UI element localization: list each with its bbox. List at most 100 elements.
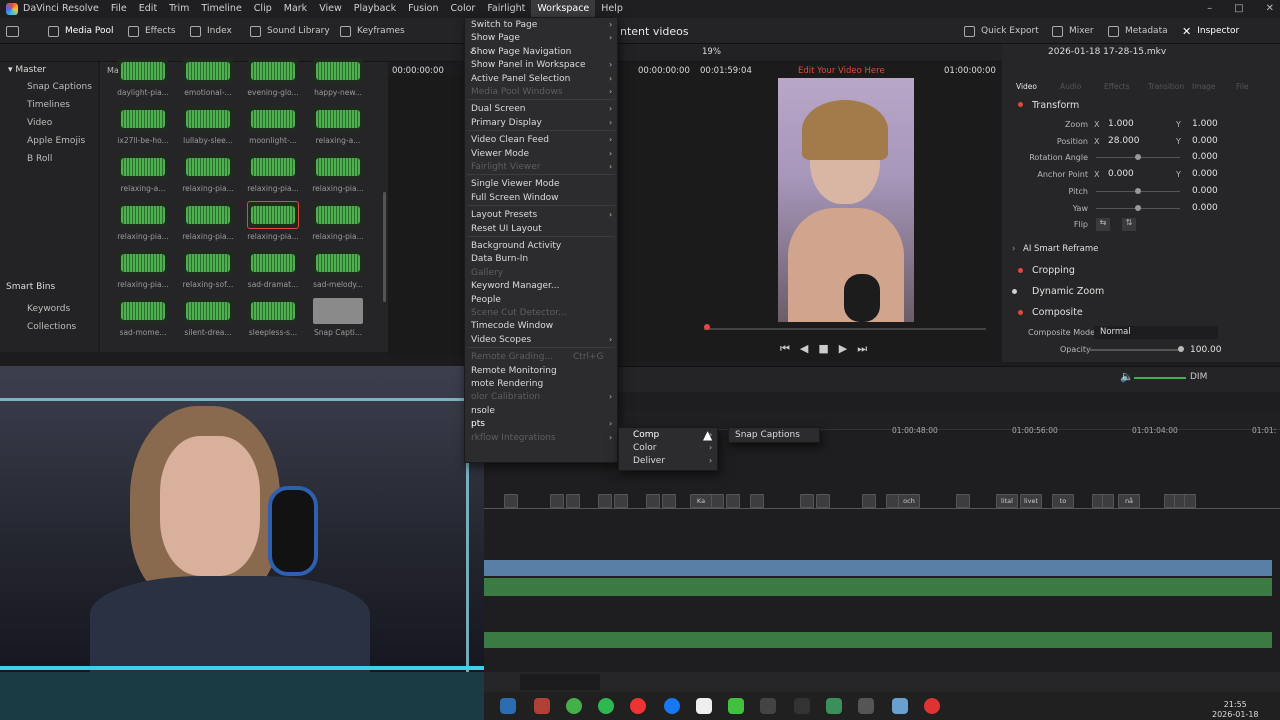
subtitle-clip[interactable] [750, 494, 764, 508]
workspace-item-show-page[interactable]: Show Page › [471, 33, 612, 43]
opacity-slider-handle[interactable] [1178, 346, 1184, 352]
audio-clip-1[interactable] [484, 578, 1272, 596]
clip-thumbnail[interactable] [118, 298, 168, 324]
subtitle-clip[interactable]: to [1052, 494, 1074, 508]
workspace-item-keyword-manager[interactable]: Keyword Manager... [471, 281, 611, 291]
capcut-icon[interactable] [794, 698, 810, 714]
subtitle-clip[interactable] [800, 494, 814, 508]
menu-fairlight[interactable]: Fairlight [481, 0, 531, 18]
facebook-icon[interactable] [664, 698, 680, 714]
workspace-item-data-burn-in[interactable]: Data Burn-In [471, 254, 611, 264]
workspace-item-viewer-mode[interactable]: Viewer Mode › [471, 149, 612, 159]
clip-thumbnail[interactable] [248, 250, 298, 276]
subtitle-clip[interactable] [710, 494, 724, 508]
quick-export-button[interactable]: Quick Export [964, 18, 1039, 44]
viewer-playhead[interactable] [704, 324, 710, 330]
clip-thumbnail[interactable] [313, 58, 363, 84]
smart-bin-collections[interactable]: Collections [0, 318, 98, 336]
close-icon[interactable]: ✕ [1266, 0, 1274, 18]
flip-horizontal-icon[interactable]: ⇆ [1096, 218, 1110, 232]
video-clip[interactable] [484, 560, 1272, 576]
menu-workspace[interactable]: Workspace [531, 0, 596, 18]
value-field[interactable]: 0.000 [1192, 152, 1218, 162]
slider-handle[interactable] [1135, 204, 1141, 211]
workspace-item-people[interactable]: People [471, 295, 611, 305]
app-icon-6[interactable] [924, 698, 940, 714]
inspector-button[interactable]: ✕ Inspector [1182, 18, 1239, 44]
subtitle-clip[interactable] [862, 494, 876, 508]
workspace-item-video-scopes[interactable]: Video Scopes › [471, 335, 612, 345]
value-field[interactable]: 0.000 [1192, 136, 1218, 146]
workspace-item-show-page-navigation[interactable]: ✓ Show Page Navigation [469, 47, 611, 57]
workspace-item-dual-screen[interactable]: Dual Screen › [471, 104, 612, 114]
slider-handle[interactable] [1135, 187, 1141, 194]
value-field[interactable]: 1.000 [1108, 119, 1134, 129]
smart-reframe-header[interactable]: › AI Smart Reframe [1002, 240, 1280, 260]
bin-video[interactable]: Video [0, 114, 98, 132]
maximize-icon[interactable]: □ [1234, 0, 1243, 18]
transform-header[interactable]: Transform [1002, 96, 1280, 116]
clip-thumbnail[interactable] [247, 201, 299, 229]
subtitle-clip[interactable] [956, 494, 970, 508]
menu-playback[interactable]: Playback [348, 0, 402, 18]
workspace-item-pts[interactable]: pts › [471, 419, 612, 429]
menu-fusion[interactable]: Fusion [402, 0, 444, 18]
clip-thumbnail[interactable] [313, 250, 363, 276]
app-icon-2[interactable] [566, 698, 582, 714]
zoom-level[interactable]: 19% [702, 47, 721, 57]
clip-thumbnail[interactable] [313, 106, 363, 132]
menu-color[interactable]: Color [445, 0, 482, 18]
bin-b-roll[interactable]: B Roll [0, 150, 98, 168]
workspace-item-timecode-window[interactable]: Timecode Window [471, 321, 611, 331]
workspace-item-switch-to-page[interactable]: Switch to Page › [471, 20, 612, 30]
subtitle-clip[interactable] [504, 494, 518, 508]
clip-thumbnail[interactable] [118, 106, 168, 132]
clip-thumbnail[interactable] [118, 58, 168, 84]
minimize-icon[interactable]: – [1207, 0, 1212, 18]
workspace-item-active-panel-selection[interactable]: Active Panel Selection › [471, 74, 612, 84]
subtitle-clip[interactable] [726, 494, 740, 508]
media-pool-scrollbar[interactable] [383, 192, 386, 302]
whatsapp-icon[interactable] [598, 698, 614, 714]
workspace-item-remote-monitoring[interactable]: Remote Monitoring [471, 366, 611, 376]
dim-button[interactable]: DIM [1190, 372, 1207, 382]
clip-thumbnail[interactable] [313, 202, 363, 228]
subtitle-clip[interactable] [1102, 494, 1114, 508]
workspace-item-show-panel-in-workspace[interactable]: Show Panel in Workspace › [471, 60, 612, 70]
workspace-item-primary-display[interactable]: Primary Display › [471, 118, 612, 128]
workspace-item-nsole[interactable]: nsole [471, 406, 611, 416]
clip-thumbnail[interactable] [118, 202, 168, 228]
app-icon-1[interactable] [534, 698, 550, 714]
subtitle-clip[interactable] [1184, 494, 1196, 508]
subtitle-clip[interactable] [662, 494, 676, 508]
value-field[interactable]: 0.000 [1108, 169, 1134, 179]
mixer-button[interactable]: Mixer [1052, 18, 1094, 44]
timeline-name[interactable]: Edit Your Video Here [798, 66, 885, 76]
volume-slider[interactable] [1134, 377, 1186, 379]
subtitle-clip[interactable]: livet [1020, 494, 1042, 508]
app-icon-4[interactable] [760, 698, 776, 714]
metadata-button[interactable]: Metadata [1108, 18, 1168, 44]
subtitle-clip[interactable]: och [898, 494, 920, 508]
keyframes-button[interactable]: Keyframes [340, 18, 405, 44]
subtitle-clip[interactable] [598, 494, 612, 508]
app-icon-5[interactable] [892, 698, 908, 714]
panel-toggle-icon[interactable] [6, 18, 19, 44]
clip-thumbnail[interactable] [183, 58, 233, 84]
inspector-tab-video[interactable]: Video [1016, 82, 1037, 91]
composite-header[interactable]: Composite [1002, 303, 1280, 323]
value-field[interactable]: 28.000 [1108, 136, 1140, 146]
menu-edit[interactable]: Edit [133, 0, 163, 18]
clip-thumbnail[interactable] [183, 202, 233, 228]
composite-mode-select[interactable]: Normal [1094, 326, 1218, 339]
audio-clip-2[interactable] [484, 632, 1272, 648]
clip-thumbnail[interactable] [248, 298, 298, 324]
media-pool-button[interactable]: Media Pool [48, 18, 114, 44]
bin-snap-captions[interactable]: Snap Captions [0, 78, 98, 96]
smart-bin-keywords[interactable]: Keywords [0, 300, 98, 318]
workspace-item-video-clean-feed[interactable]: Video Clean Feed › [471, 135, 612, 145]
clip-thumbnail[interactable] [248, 106, 298, 132]
master-bin[interactable]: ▾ Master [0, 62, 98, 78]
value-field[interactable]: 0.000 [1192, 169, 1218, 179]
index-button[interactable]: Index [190, 18, 232, 44]
